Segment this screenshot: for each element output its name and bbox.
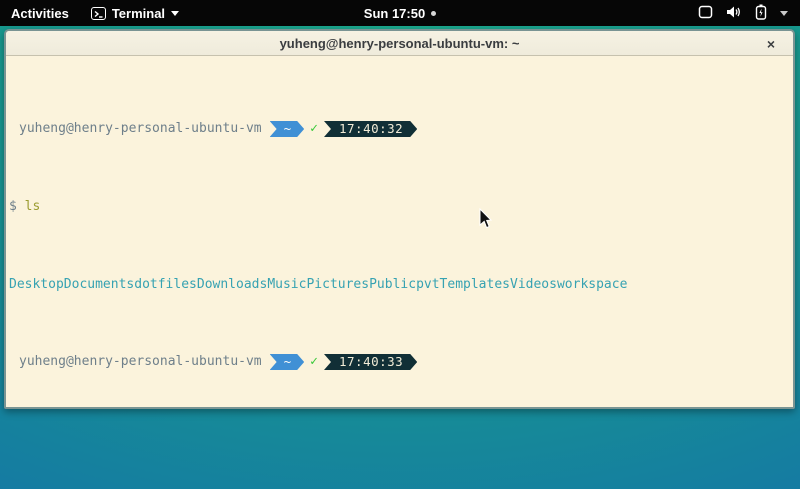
prompt-symbol: $ <box>9 199 17 215</box>
app-menu-terminal[interactable]: Terminal <box>80 0 190 26</box>
directory-entry: dotfiles <box>134 277 197 293</box>
chevron-down-icon <box>171 11 179 16</box>
prompt-status-check-icon: ✓ <box>310 354 318 370</box>
volume-icon <box>726 5 742 22</box>
prompt-line: yuheng@henry-personal-ubuntu-vm ~ ✓ 17:4… <box>9 354 790 370</box>
directory-entry: Downloads <box>197 277 267 293</box>
directory-entry: workspace <box>557 277 627 293</box>
close-button[interactable]: × <box>759 31 783 56</box>
prompt-time-segment: 17:40:33 <box>324 354 417 370</box>
prompt-line: yuheng@henry-personal-ubuntu-vm ~ ✓ 17:4… <box>9 121 790 137</box>
directory-entry: Documents <box>64 277 134 293</box>
terminal-app-icon <box>91 7 106 20</box>
battery-charging-icon <box>755 4 767 23</box>
window-titlebar[interactable]: yuheng@henry-personal-ubuntu-vm: ~ × <box>6 31 793 56</box>
system-status-area[interactable] <box>686 0 800 26</box>
desktop-wallpaper: yuheng@henry-personal-ubuntu-vm: ~ × yuh… <box>0 26 800 489</box>
directory-entry: Desktop <box>9 277 64 293</box>
command-text: ls <box>25 199 41 215</box>
directory-entry: Music <box>267 277 306 293</box>
ls-output-line: Desktop Documents dotfiles Downloads Mus… <box>9 277 790 292</box>
desktop-screen: { "topbar": { "activities": "Activities"… <box>0 0 800 489</box>
directory-entry: Templates <box>440 277 510 293</box>
notification-dot-icon <box>431 11 436 16</box>
prompt-user-host: yuheng@henry-personal-ubuntu-vm <box>19 121 262 137</box>
prompt-cwd-segment: ~ <box>270 121 305 137</box>
directory-entry: Public <box>369 277 416 293</box>
window-title: yuheng@henry-personal-ubuntu-vm: ~ <box>280 36 520 51</box>
prompt-cwd-segment: ~ <box>270 354 305 370</box>
terminal-content[interactable]: yuheng@henry-personal-ubuntu-vm ~ ✓ 17:4… <box>6 56 793 409</box>
clock-label: Sun 17:50 <box>364 6 425 21</box>
prompt-status-check-icon: ✓ <box>310 121 318 137</box>
activities-button[interactable]: Activities <box>0 0 80 26</box>
terminal-window: yuheng@henry-personal-ubuntu-vm: ~ × yuh… <box>4 29 795 409</box>
prompt-time-segment: 17:40:32 <box>324 121 417 137</box>
directory-entry: pvt <box>416 277 439 293</box>
directory-entry: Videos <box>510 277 557 293</box>
command-line: $ ls <box>9 199 790 215</box>
chevron-down-icon <box>780 11 788 16</box>
display-icon <box>698 5 713 22</box>
activities-label: Activities <box>11 6 69 21</box>
clock-button[interactable]: Sun 17:50 <box>364 6 436 21</box>
top-bar: Activities Terminal Sun 17:50 <box>0 0 800 26</box>
prompt-user-host: yuheng@henry-personal-ubuntu-vm <box>19 354 262 370</box>
directory-entry: Pictures <box>306 277 369 293</box>
app-menu-label: Terminal <box>112 6 165 21</box>
